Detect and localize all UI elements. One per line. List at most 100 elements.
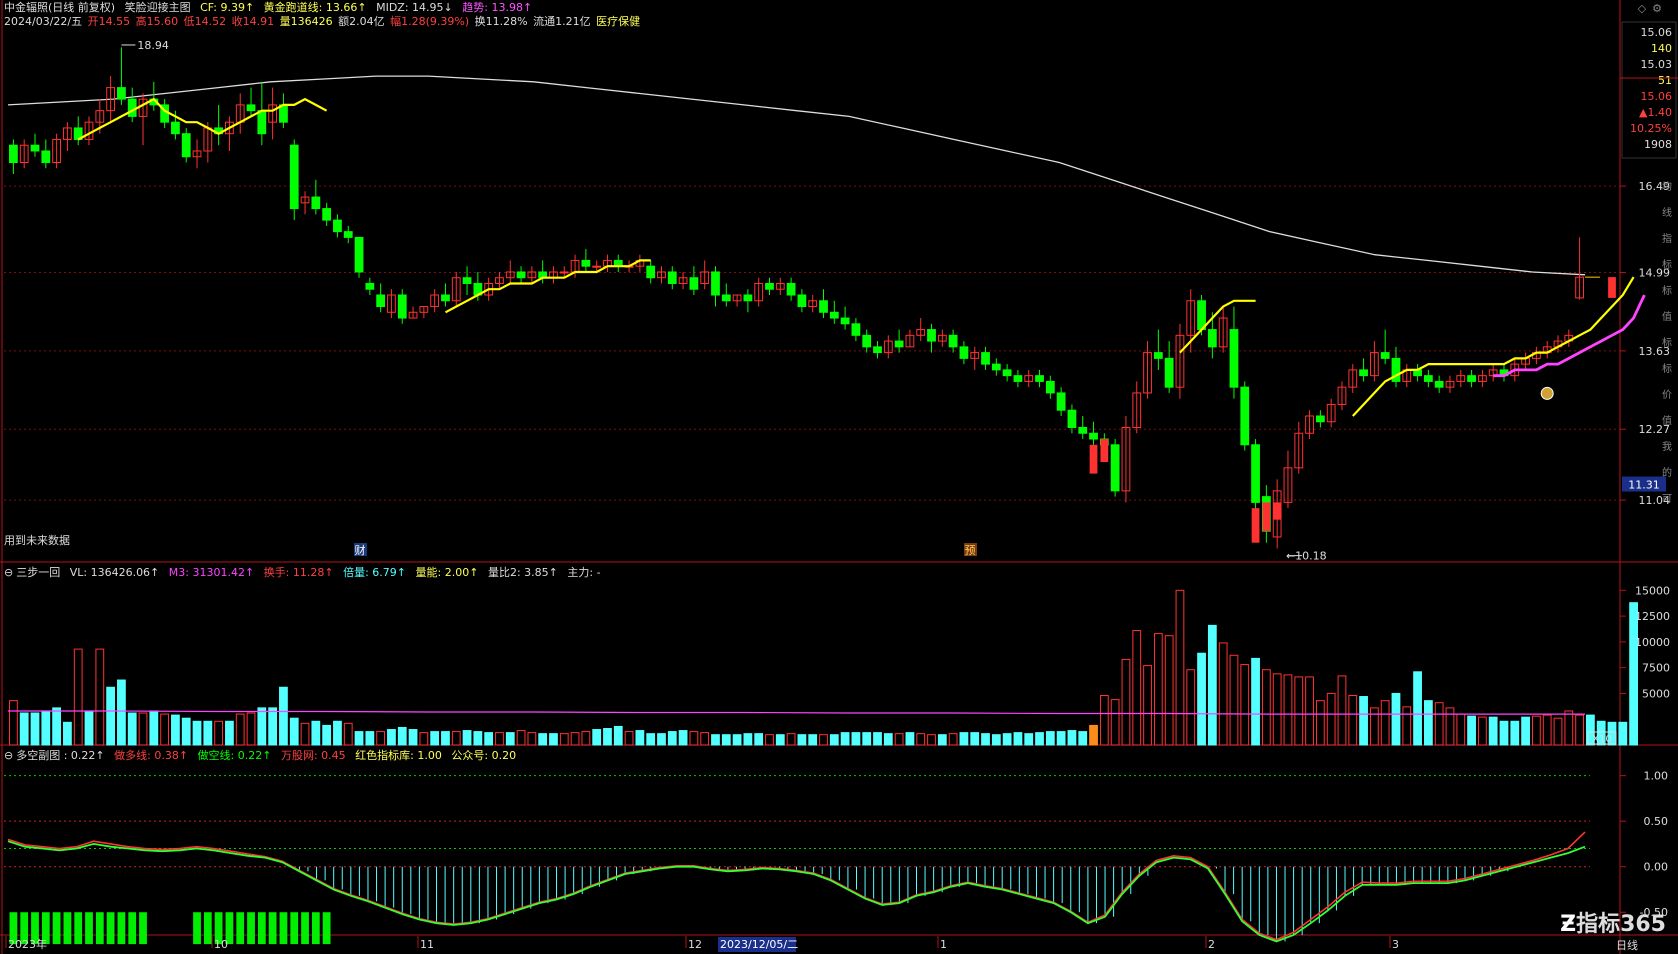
window-buttons[interactable]: ◇⚙: [1638, 2, 1668, 15]
quote-info-value: 15.06: [1641, 26, 1673, 39]
volume-bar: [225, 720, 234, 746]
volume-bar: [527, 732, 537, 746]
z-logo-icon: Ƶ: [1560, 912, 1577, 937]
candle-body: [9, 144, 18, 163]
quote-sector[interactable]: 医疗保健: [596, 15, 640, 28]
volume-bar: [797, 734, 807, 746]
x-tick-label: 2: [1208, 938, 1215, 951]
x-crosshair-label: 2023/12/05/二: [720, 938, 798, 951]
quote-open: 开14.55: [87, 15, 131, 28]
candle-body: [1110, 444, 1120, 492]
volume-bar: [138, 712, 148, 746]
main-header-row1: 中金辐照(日线 前复权) 笑脸迎接主图 CF: 9.39↑ 黄金跑道线: 13.…: [4, 1, 538, 15]
volume-bar: [1099, 695, 1109, 746]
main-header-row2: 2024/03/22/五 开14.55 高15.60 低14.52 收14.91…: [4, 15, 646, 29]
volume-bar: [711, 734, 720, 746]
candle-body: [343, 231, 353, 238]
hongse-value: 红色指标库: 1.00: [355, 749, 442, 762]
volume-bar: [505, 732, 515, 746]
collapse-icon[interactable]: ⊖: [4, 566, 13, 579]
panel-frame: [0, 0, 1678, 954]
volume-bar: [1024, 733, 1034, 746]
volume-bar: [635, 730, 645, 746]
multiplier-label: X10: [1592, 734, 1612, 745]
red-signal-block: [1273, 502, 1282, 520]
volume-bar: [495, 732, 504, 746]
volume-bar: [1456, 713, 1466, 746]
x-tick-label: 11: [420, 938, 434, 951]
volume-bar: [775, 734, 785, 746]
candle-body: [981, 352, 990, 365]
candle-body: [1467, 375, 1476, 382]
osc-indicator-name[interactable]: 多空副图: [16, 749, 60, 762]
side-label: 标: [1662, 285, 1672, 297]
quote-info-value: 15.03: [1641, 58, 1673, 71]
candle-body: [1067, 409, 1077, 428]
red-signal-block: [1089, 444, 1098, 474]
candle-body: [246, 104, 256, 112]
osc-green-block: [301, 912, 309, 945]
osc-tick-label: 0.50: [1644, 815, 1669, 828]
indicator-name[interactable]: 笑脸迎接主图: [125, 1, 191, 14]
volume-bar: [268, 707, 278, 746]
x-tick-label: 1: [940, 938, 947, 951]
osc-value: : 0.22↑: [63, 749, 105, 762]
candle-body: [1002, 369, 1012, 377]
volume-bar: [538, 733, 548, 746]
volume-bar: [873, 732, 882, 746]
candle-body: [829, 311, 839, 319]
main-price-chart[interactable]: 18.94 ←10.18 财 预: [7, 39, 1646, 563]
osc-green-block: [128, 912, 137, 945]
volume-bar: [721, 734, 731, 746]
diamond-icon[interactable]: ◇: [1638, 2, 1652, 15]
x-tick-label: 2023年: [8, 937, 47, 951]
candle-body: [948, 334, 958, 348]
volume-bar: [235, 713, 245, 746]
candle-body: [667, 271, 677, 284]
liangneng-value: 量能: 2.00↑: [415, 566, 479, 579]
candle-body: [927, 329, 936, 342]
quote-date: 2024/03/22/五: [4, 15, 83, 28]
volume-bar: [214, 720, 224, 746]
volume-bar: [408, 729, 418, 746]
volume-bar: [559, 733, 569, 746]
volume-header: ⊖ 三步一回 VL: 136426.06↑ M3: 31301.42↑ 换手: 1…: [4, 566, 607, 580]
settings-icon[interactable]: ⚙: [1652, 2, 1668, 15]
volume-bar: [1542, 714, 1552, 746]
quote-info-value: 15.06: [1641, 90, 1673, 103]
event-yu-label: 预: [965, 544, 976, 557]
gold-line-value: 黄金跑道线: 13.66↑: [263, 1, 367, 14]
volume-bar: [181, 717, 191, 746]
volume-bar: [451, 731, 461, 746]
gongzhong-value: 公众号: 0.20: [451, 749, 517, 762]
quote-low: 低14.52: [183, 15, 227, 28]
volume-bar: [862, 732, 872, 746]
candle-body: [721, 294, 731, 302]
volume-indicator-name[interactable]: 三步一回: [16, 566, 60, 579]
quote-float: 流通1.21亿: [533, 15, 591, 28]
osc-green-block: [268, 912, 277, 945]
volume-bar: [1315, 700, 1325, 746]
volume-bar: [1532, 715, 1541, 746]
beiliang-value: 倍量: 6.79↑: [343, 566, 407, 579]
stock-title[interactable]: 中金辐照(日线 前复权): [4, 1, 115, 14]
period-label[interactable]: 日线: [1616, 937, 1638, 953]
volume-bar: [840, 732, 850, 746]
collapse-icon[interactable]: ⊖: [4, 749, 13, 762]
osc-green-block: [74, 912, 83, 945]
volume-bar: [376, 731, 386, 746]
candle-body: [397, 294, 407, 319]
volume-tick-label: 12500: [1635, 610, 1670, 623]
candle-body: [257, 110, 267, 135]
quote-info-value: 1908: [1644, 138, 1672, 151]
volume-bar: [171, 714, 180, 746]
candle-body: [743, 294, 753, 302]
osc-green-block: [236, 912, 245, 945]
volume-chart[interactable]: [8, 589, 1638, 746]
gold-line-segment: [77, 97, 328, 141]
volume-bar: [95, 648, 105, 746]
side-label: 值: [1662, 310, 1672, 323]
volume-bar: [462, 730, 472, 746]
volume-bar: [1013, 732, 1023, 746]
volume-bar: [1434, 702, 1444, 746]
